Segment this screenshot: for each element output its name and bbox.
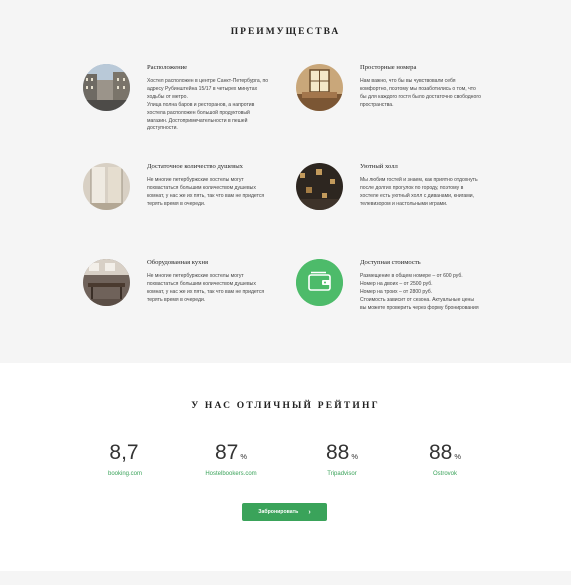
chevron-right-icon: ›	[308, 508, 311, 516]
feature-title: Доступная стоимость	[360, 259, 421, 266]
ratings-title: У нас отличный рейтинг	[191, 401, 380, 411]
book-button[interactable]: Забронировать ›	[242, 503, 327, 521]
rating-ostrovok: 88% Ostrovok	[395, 441, 495, 477]
rating-score: 87	[214, 441, 239, 464]
rating-score: 88	[428, 441, 453, 464]
rating-unit: %	[454, 452, 462, 461]
room-photo	[296, 64, 343, 111]
feature-description: Мы любим гостей и знаем, как приятно отд…	[360, 177, 478, 207]
rating-tripadvisor: 88% Tripadvisor	[292, 441, 392, 477]
shower-photo	[83, 163, 130, 210]
rating-hostelbookers: 87% Hostelbookers.com	[181, 441, 281, 477]
feature-title: Достаточное количество душевых	[147, 163, 243, 170]
hall-photo	[296, 163, 343, 210]
feature-title: Уютный холл	[360, 163, 398, 170]
wallet-icon	[296, 259, 343, 306]
feature-description: Размещение в общем номере – от 600 руб. …	[360, 273, 479, 311]
feature-title: Расположение	[147, 64, 188, 71]
kitchen-photo	[83, 259, 130, 306]
rating-site-link[interactable]: Tripadvisor	[292, 471, 392, 477]
rating-site-link[interactable]: Ostrovok	[395, 471, 495, 477]
feature-title: Просторные номера	[360, 64, 417, 71]
rating-unit: %	[240, 452, 248, 461]
footer-strip	[0, 571, 571, 585]
features-title: Преимущества	[230, 27, 341, 37]
rating-unit: %	[351, 452, 359, 461]
ratings-section: У нас отличный рейтинг 8,7 booking.com 8…	[0, 363, 571, 571]
rating-score: 88	[325, 441, 350, 464]
feature-description: Нам важно, что бы вы чувствовали себя ко…	[360, 78, 481, 108]
rating-score: 8,7	[109, 441, 139, 464]
rating-site-link[interactable]: Hostelbookers.com	[181, 471, 281, 477]
feature-title: Оборудованная кухня	[147, 259, 209, 266]
feature-description: Не многие петербуржские хостелы могут по…	[147, 177, 265, 207]
features-section: Преимущества Расположение Хостел располо…	[0, 0, 571, 363]
rating-site-link[interactable]: booking.com	[75, 471, 175, 477]
street-photo	[83, 64, 130, 111]
book-button-label: Забронировать	[258, 509, 299, 515]
feature-description: Не многие петербуржские хостелы могут по…	[147, 273, 265, 303]
rating-booking: 8,7 booking.com	[75, 441, 175, 477]
feature-description: Хостел расположен в центре Санкт-Петербу…	[147, 78, 269, 132]
